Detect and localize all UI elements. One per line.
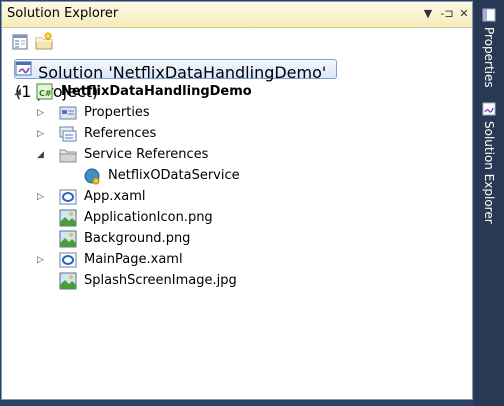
solution-explorer-tab-label: Solution Explorer [482,121,496,224]
side-tab-strip: Properties Solution Explorer [474,0,504,406]
close-icon[interactable]: ✕ [456,5,472,23]
image-file-icon [59,230,77,248]
properties-tab-label: Properties [482,27,496,88]
tree-item-label: Properties [84,105,150,120]
tree-item-label: References [84,126,157,141]
tree-item-app-xaml[interactable]: ▷ App.xaml [2,186,302,207]
tree-item-label: App.xaml [84,189,146,204]
tree-item-background-png[interactable]: Background.png [2,228,302,249]
solution-tree[interactable]: Solution 'NetflixDataHandlingDemo' (1 pr… [2,56,472,399]
tree-item-properties[interactable]: ▷ Properties [2,102,302,123]
properties-tab-icon [482,8,496,22]
show-all-files-icon[interactable] [34,32,54,52]
solution-icon [15,61,38,82]
web-service-icon [83,167,101,185]
tree-item-label: ApplicationIcon.png [84,210,213,225]
xaml-file-icon [59,251,77,269]
tree-item-label: Service References [84,147,209,162]
tree-item-service-references[interactable]: ◢ Service References [2,144,302,165]
collapsed-triangle-icon[interactable]: ▷ [37,108,47,118]
tree-item-main-page-xaml[interactable]: ▷ MainPage.xaml [2,249,302,270]
solution-explorer-panel: Solution Explorer ▼ -⊐ ✕ Solution 'Netfl… [1,1,473,400]
tree-item-netflix-odata-service[interactable]: NetflixODataService [2,165,302,186]
solution-explorer-tab-icon [482,102,496,116]
solution-explorer-window: Solution Explorer ▼ -⊐ ✕ Solution 'Netfl… [0,0,504,406]
solution-explorer-toolbar [2,28,472,56]
auto-hide-pin-icon[interactable]: -⊐ [438,5,456,23]
solution-explorer-tab[interactable]: Solution Explorer [474,102,504,252]
properties-folder-icon [59,104,77,122]
project-label: NetflixDataHandlingDemo [61,84,252,99]
properties-tab[interactable]: Properties [474,8,504,94]
properties-icon[interactable] [10,32,30,52]
solution-node[interactable]: Solution 'NetflixDataHandlingDemo' (1 pr… [14,59,337,101]
collapsed-triangle-icon[interactable]: ▷ [37,192,47,202]
tree-item-label: MainPage.xaml [84,252,183,267]
expanded-triangle-icon[interactable]: ◢ [37,150,47,160]
folder-icon [59,146,77,164]
csharp-project-icon: C# [36,83,54,101]
panel-title: Solution Explorer [7,6,119,21]
image-file-icon [59,272,77,290]
collapsed-triangle-icon[interactable]: ▷ [37,129,47,139]
image-file-icon [59,209,77,227]
tree-item-application-icon-png[interactable]: ApplicationIcon.png [2,207,302,228]
window-position-dropdown-icon[interactable]: ▼ [420,5,436,23]
tree-item-label: Background.png [84,231,191,246]
tree-item-references[interactable]: ▷ References [2,123,302,144]
project-node[interactable]: ◢ C# NetflixDataHandlingDemo [2,81,302,102]
panel-title-bar[interactable]: Solution Explorer ▼ -⊐ ✕ [2,2,472,28]
tree-item-label: NetflixODataService [108,168,240,183]
tree-item-splash-screen-image-jpg[interactable]: SplashScreenImage.jpg [2,270,302,291]
tree-item-label: SplashScreenImage.jpg [84,273,237,288]
references-icon [59,125,77,143]
expanded-triangle-icon[interactable]: ◢ [14,87,24,97]
svg-text:C#: C# [39,89,52,98]
xaml-file-icon [59,188,77,206]
collapsed-triangle-icon[interactable]: ▷ [37,255,47,265]
